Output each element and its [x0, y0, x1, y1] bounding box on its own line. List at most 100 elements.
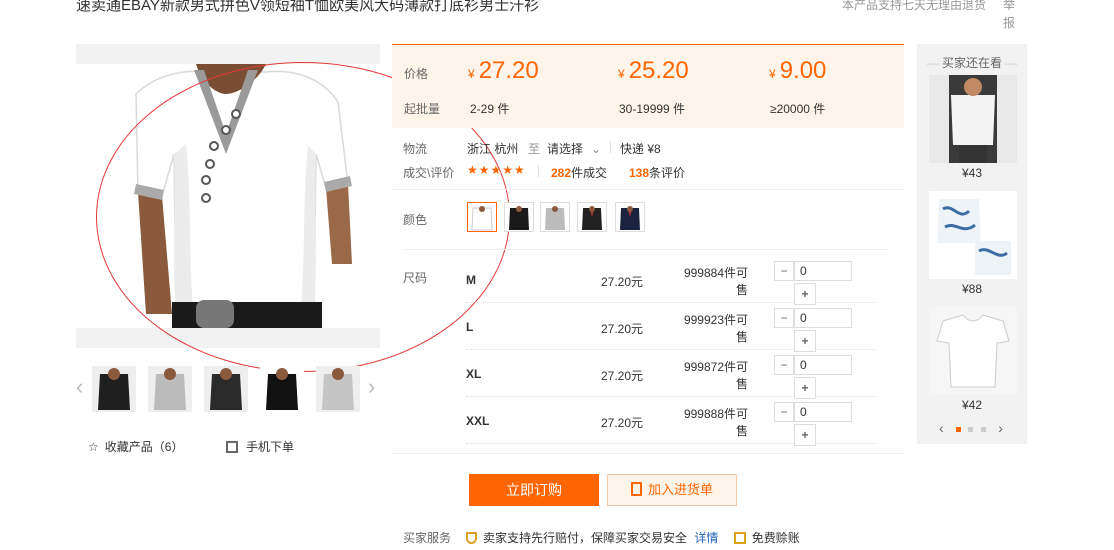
thumbnail-gray[interactable] — [148, 366, 192, 412]
color-option-black[interactable] — [504, 202, 534, 232]
size-stock: 999872件可售 — [683, 360, 748, 391]
logistics-origin: 浙江 杭州 — [467, 142, 519, 156]
logistics-to: 至 — [528, 142, 541, 156]
size-row-xxl: XXL 27.20元 999888件可售 − 0 + — [466, 397, 876, 446]
free-credit-label: 免费赊账 — [751, 531, 800, 545]
color-option-gray[interactable] — [540, 202, 570, 232]
color-option-white[interactable] — [467, 202, 497, 232]
also-viewed-item-3[interactable] — [929, 307, 1017, 395]
size-name: M — [466, 273, 476, 287]
quantity-plus-button[interactable]: + — [794, 283, 816, 305]
quantity-plus-button[interactable]: + — [794, 330, 816, 352]
size-name: XL — [466, 367, 482, 381]
deals-count-link[interactable]: 282件成交 — [551, 164, 607, 181]
chevron-down-icon: ⌄ — [591, 142, 602, 156]
size-name: L — [466, 320, 474, 334]
product-thumbnail — [929, 75, 1017, 163]
quantity-minus-button[interactable]: − — [774, 308, 794, 328]
size-price: 27.20元 — [601, 369, 644, 383]
quantity-minus-button[interactable]: − — [774, 261, 794, 281]
price-tier-1: ¥27.20 — [468, 57, 539, 84]
also-viewed-price-1: ¥43 — [961, 166, 983, 180]
thumbnail-black-2[interactable] — [204, 366, 248, 412]
chevron-left-icon[interactable]: ‹ — [939, 420, 944, 436]
service-description: 卖家支持先行赔付，保障买家交易安全 — [483, 531, 688, 545]
express-fee: 快递 ¥8 — [620, 142, 661, 156]
pager-dot[interactable] — [981, 426, 987, 432]
separator — [403, 249, 888, 250]
review-count-link[interactable]: 138条评价 — [629, 164, 685, 181]
price-label: 价格 — [404, 67, 429, 81]
service-label: 买家服务 — [403, 531, 452, 545]
price-tier-2: ¥25.20 — [618, 57, 689, 84]
destination-select[interactable]: 请选择 ⌄ — [547, 140, 601, 157]
size-name: XXL — [466, 414, 490, 428]
quantity-minus-button[interactable]: − — [774, 355, 794, 375]
moq-tier-2: 30-19999 件 — [619, 102, 686, 116]
thumbnail-gray-2[interactable] — [316, 366, 360, 412]
sidebar-title: — 买家还在看 — — [926, 56, 1018, 70]
favorite-label: 收藏产品（6） — [104, 440, 184, 454]
moq-tier-3: ≥20000 件 — [770, 102, 826, 116]
thumbnail-image — [260, 366, 304, 412]
also-viewed-item-1[interactable] — [929, 75, 1017, 163]
chevron-right-icon[interactable]: › — [998, 420, 1003, 436]
thumb-next-icon[interactable]: › — [368, 372, 375, 402]
deals-reviews-label: 成交\评价 — [403, 166, 455, 180]
product-thumbnail — [929, 191, 1017, 279]
size-stock: 999888件可售 — [683, 407, 748, 438]
rating-stars: ★★★★★ — [467, 163, 526, 177]
quantity-input[interactable]: 0 — [794, 308, 852, 328]
favorite-button[interactable]: ☆ 收藏产品（6） — [88, 438, 183, 455]
return-policy-note: 本产品支持七天无理由退货 — [842, 0, 987, 12]
add-to-cart-button[interactable]: 加入进货单 — [607, 474, 737, 506]
swatch-image — [620, 206, 640, 230]
sidebar-pager: ‹ › — [939, 420, 1009, 436]
buy-now-button[interactable]: 立即订购 — [469, 474, 599, 506]
size-stock: 999923件可售 — [683, 313, 748, 344]
swatch-image — [545, 206, 565, 230]
color-option-black-red[interactable] — [577, 202, 607, 232]
quantity-input[interactable]: 0 — [794, 355, 852, 375]
add-to-cart-label: 加入进货单 — [647, 482, 713, 497]
thumb-prev-icon[interactable]: ‹ — [76, 372, 83, 402]
pager-dot-active[interactable] — [955, 426, 961, 432]
thumbnail-image — [148, 366, 192, 412]
swatch-image — [582, 206, 602, 230]
size-row-m: M 27.20元 999884件可售 − 0 + — [466, 256, 876, 305]
also-viewed-price-3: ¥42 — [961, 398, 983, 412]
swatch-image — [471, 206, 493, 231]
size-row-l: L 27.20元 999923件可售 − 0 + — [466, 303, 876, 352]
product-thumbnail — [929, 307, 1017, 395]
mobile-order-button[interactable]: 手机下单 — [226, 438, 294, 455]
service-details-link[interactable]: 详情 — [694, 531, 718, 545]
quantity-minus-button[interactable]: − — [774, 402, 794, 422]
size-price: 27.20元 — [601, 416, 644, 430]
logistics-label: 物流 — [403, 142, 428, 156]
also-viewed-item-2[interactable] — [929, 191, 1017, 279]
price-tier-3: ¥9.00 — [769, 57, 827, 84]
moq-label: 起批量 — [404, 102, 441, 116]
credit-icon — [733, 532, 746, 544]
also-viewed-price-2: ¥88 — [961, 282, 983, 296]
quantity-input[interactable]: 0 — [794, 261, 852, 281]
thumbnail-image — [92, 366, 136, 412]
quantity-plus-button[interactable]: + — [794, 377, 816, 399]
quantity-plus-button[interactable]: + — [794, 424, 816, 446]
quantity-input[interactable]: 0 — [794, 402, 852, 422]
thumbnail-black-3[interactable] — [260, 366, 304, 412]
size-stock: 999884件可售 — [683, 266, 748, 297]
service-info: 卖家支持先行赔付，保障买家交易安全 详情 免费赊账 — [466, 529, 800, 546]
size-label: 尺码 — [403, 271, 428, 285]
thumbnail-black[interactable] — [92, 366, 136, 412]
pager-dot[interactable] — [968, 426, 974, 432]
swatch-image — [509, 206, 529, 230]
size-price: 27.20元 — [601, 322, 644, 336]
report-link[interactable]: 举报 — [1003, 0, 1017, 32]
clipboard-icon — [630, 482, 642, 496]
color-option-navy[interactable] — [615, 202, 645, 232]
separator — [392, 453, 904, 454]
also-viewed-sidebar: — 买家还在看 — ¥43 ¥88 ¥42 ‹ › — [917, 44, 1027, 444]
size-row-xl: XL 27.20元 999872件可售 − 0 + — [466, 350, 876, 399]
star-outline-icon: ☆ — [88, 440, 99, 454]
